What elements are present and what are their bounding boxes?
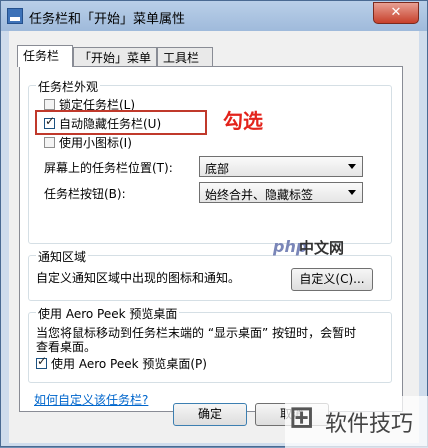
notification-group-legend: 通知区域	[36, 248, 89, 265]
tab-taskbar[interactable]: 任务栏	[17, 45, 73, 67]
tab-toolbars[interactable]: 工具栏	[157, 47, 213, 66]
taskbar-buttons-select[interactable]: 始终合并、隐藏标签	[199, 182, 363, 203]
aero-peek-checkbox[interactable]: ✓	[36, 354, 48, 369]
php-site-watermark: 中文网	[299, 239, 345, 257]
taskbar-location-select[interactable]: 底部	[199, 156, 363, 177]
customize-taskbar-help-link[interactable]: 如何自定义该任务栏?	[34, 391, 148, 408]
aero-peek-label[interactable]: 使用 Aero Peek 预览桌面(P)	[51, 355, 207, 372]
brand-watermark-text: 软件技巧	[325, 412, 414, 437]
taskbar-properties-window: 任务栏和「开始」菜单属性 ✕ 任务栏 「开始」菜单 工具栏 任务栏外观 锁定任务…	[0, 0, 428, 448]
small-icons-label[interactable]: 使用小图标(I)	[59, 134, 132, 151]
brand-logo-icon: ⊞	[289, 400, 315, 435]
aero-peek-description-line2: 查看桌面。	[36, 340, 97, 354]
customize-notifications-button[interactable]: 自定义(C)...	[291, 268, 373, 291]
lock-taskbar-checkbox[interactable]	[44, 99, 55, 110]
auto-hide-highlight-box	[35, 110, 207, 135]
check-annotation: 勾选	[223, 109, 263, 133]
tab-start-menu[interactable]: 「开始」菜单	[73, 47, 157, 66]
ok-button[interactable]: 确定	[173, 403, 247, 426]
dialog-client-area: 任务栏 「开始」菜单 工具栏 任务栏外观 锁定任务栏(L) ✓ 自动隐藏任务栏(…	[9, 31, 419, 443]
brand-watermark-area: ⊞ 软件技巧	[285, 396, 428, 448]
chevron-down-icon	[348, 190, 356, 195]
taskbar-buttons-value: 始终合并、隐藏标签	[205, 188, 314, 202]
taskbar-location-value: 底部	[205, 162, 230, 176]
taskbar-app-icon	[7, 8, 23, 24]
appearance-group-legend: 任务栏外观	[36, 78, 101, 95]
taskbar-buttons-label: 任务栏按钮(B):	[44, 187, 126, 201]
taskbar-location-label: 屏幕上的任务栏位置(T):	[44, 161, 173, 175]
checkmark-icon: ✓	[37, 354, 48, 368]
small-icons-checkbox[interactable]	[44, 137, 55, 148]
notification-description: 自定义通知区域中出现的图标和通知。	[36, 271, 241, 285]
window-title: 任务栏和「开始」菜单属性	[29, 12, 186, 27]
aero-peek-group-legend: 使用 Aero Peek 预览桌面	[36, 305, 180, 322]
aero-peek-group: 使用 Aero Peek 预览桌面 当您将鼠标移动到任务栏末端的 “显示桌面” …	[28, 305, 392, 383]
appearance-group: 任务栏外观 锁定任务栏(L) ✓ 自动隐藏任务栏(U) 使用小图标(I) 屏幕上…	[28, 78, 392, 244]
close-button[interactable]: ✕	[373, 2, 419, 24]
notification-area-group: 通知区域 自定义通知区域中出现的图标和通知。 自定义(C)...	[28, 248, 392, 301]
chevron-down-icon	[348, 164, 356, 169]
title-bar[interactable]: 任务栏和「开始」菜单属性 ✕	[1, 1, 427, 31]
